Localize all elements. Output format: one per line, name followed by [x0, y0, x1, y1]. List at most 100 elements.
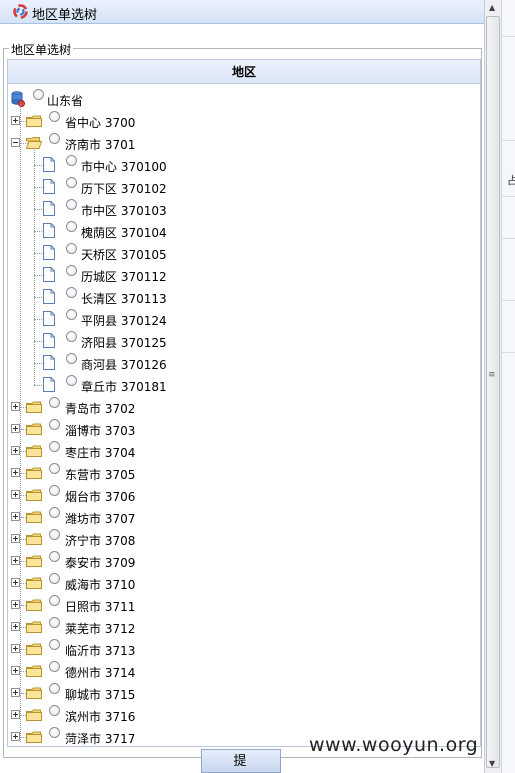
- tree-row-city[interactable]: 威海市 3710: [8, 572, 478, 594]
- tree-row-district[interactable]: 市中区 370103: [8, 198, 478, 220]
- radio-district[interactable]: [66, 287, 77, 298]
- tree-row-city[interactable]: 滨州市 3716: [8, 704, 478, 726]
- expand-icon[interactable]: [11, 622, 20, 631]
- radio-district[interactable]: [66, 331, 77, 342]
- radio-district[interactable]: [66, 155, 77, 166]
- tree-label-city: 淄博市 3703: [65, 424, 136, 438]
- tree-row-city[interactable]: 烟台市 3706: [8, 484, 478, 506]
- background-window: 占: [501, 0, 515, 773]
- expand-icon[interactable]: [11, 600, 20, 609]
- radio-city[interactable]: [49, 397, 60, 408]
- radio-city[interactable]: [49, 595, 60, 606]
- radio-city[interactable]: [49, 507, 60, 518]
- tree-label-city: 威海市 3710: [65, 578, 136, 592]
- expand-icon[interactable]: [11, 556, 20, 565]
- tree-row-city[interactable]: 济宁市 3708: [8, 528, 478, 550]
- tree-row-city[interactable]: 德州市 3714: [8, 660, 478, 682]
- radio-city[interactable]: [49, 617, 60, 628]
- radio-root[interactable]: [33, 89, 44, 100]
- tree-row-city[interactable]: 省中心 3700: [8, 110, 478, 132]
- radio-city[interactable]: [49, 573, 60, 584]
- expand-icon[interactable]: [11, 512, 20, 521]
- radio-city[interactable]: [49, 661, 60, 672]
- radio-district[interactable]: [66, 221, 77, 232]
- tree-row-district[interactable]: 济阳县 370125: [8, 330, 478, 352]
- scrollbar-thumb[interactable]: [486, 16, 500, 768]
- tree-row-district[interactable]: 天桥区 370105: [8, 242, 478, 264]
- scroll-down-icon[interactable]: ▼: [489, 760, 495, 768]
- tree-row-city[interactable]: 聊城市 3715: [8, 682, 478, 704]
- radio-city[interactable]: [49, 551, 60, 562]
- expand-icon[interactable]: [11, 666, 20, 675]
- radio-district[interactable]: [66, 353, 77, 364]
- tree-row-district[interactable]: 槐荫区 370104: [8, 220, 478, 242]
- expand-icon[interactable]: [11, 116, 20, 125]
- radio-district[interactable]: [66, 265, 77, 276]
- tree-label-city: 枣庄市 3704: [65, 446, 136, 460]
- folder-icon: [26, 731, 42, 743]
- document-icon: [43, 333, 55, 348]
- tree-row-city[interactable]: 东营市 3705: [8, 462, 478, 484]
- expand-icon[interactable]: [11, 688, 20, 697]
- radio-district[interactable]: [66, 199, 77, 210]
- tree-label-district: 历城区 370112: [81, 270, 167, 284]
- radio-city[interactable]: [49, 111, 60, 122]
- tree-row-city[interactable]: 泰安市 3709: [8, 550, 478, 572]
- tree-label-district: 市中区 370103: [81, 204, 167, 218]
- tree-label-district: 章丘市 370181: [81, 380, 167, 394]
- expand-icon[interactable]: [11, 424, 20, 433]
- expand-icon[interactable]: [11, 402, 20, 411]
- tree-row-city[interactable]: 临沂市 3713: [8, 638, 478, 660]
- tree-row-district[interactable]: 长清区 370113: [8, 286, 478, 308]
- radio-district[interactable]: [66, 177, 77, 188]
- tree-label-city: 泰安市 3709: [65, 556, 136, 570]
- tree-row-district[interactable]: 平阴县 370124: [8, 308, 478, 330]
- radio-city[interactable]: [49, 639, 60, 650]
- folder-icon: [26, 687, 42, 699]
- collapse-icon[interactable]: [11, 138, 20, 147]
- tree-row-city[interactable]: 枣庄市 3704: [8, 440, 478, 462]
- tree-label-city: 烟台市 3706: [65, 490, 136, 504]
- tree-row-city[interactable]: 潍坊市 3707: [8, 506, 478, 528]
- tree-row-city[interactable]: 日照市 3711: [8, 594, 478, 616]
- expand-icon[interactable]: [11, 490, 20, 499]
- radio-city[interactable]: [49, 705, 60, 716]
- radio-city[interactable]: [49, 727, 60, 738]
- radio-city[interactable]: [49, 133, 60, 144]
- scroll-up-icon[interactable]: ▲: [489, 4, 495, 12]
- tree-row-city[interactable]: 淄博市 3703: [8, 418, 478, 440]
- tree-row-district[interactable]: 市中心 370100: [8, 154, 478, 176]
- expand-icon[interactable]: [11, 468, 20, 477]
- expand-icon[interactable]: [11, 710, 20, 719]
- expand-icon[interactable]: [11, 644, 20, 653]
- tree-row-district[interactable]: 章丘市 370181: [8, 374, 478, 396]
- tree-label-city: 济南市 3701: [65, 138, 136, 152]
- expand-icon[interactable]: [11, 732, 20, 741]
- vertical-scrollbar[interactable]: ▲ ≡ ▼: [484, 0, 501, 773]
- radio-city[interactable]: [49, 441, 60, 452]
- tree-row-city[interactable]: 莱芜市 3712: [8, 616, 478, 638]
- submit-button[interactable]: 提交: [201, 749, 281, 773]
- tree-label-district: 长清区 370113: [81, 292, 167, 306]
- tree-row-district[interactable]: 商河县 370126: [8, 352, 478, 374]
- tree-label-district: 市中心 370100: [81, 160, 167, 174]
- tree-row-district[interactable]: 历城区 370112: [8, 264, 478, 286]
- radio-district[interactable]: [66, 309, 77, 320]
- tree-label-district: 济阳县 370125: [81, 336, 167, 350]
- region-tree-panel: 地区 山东省 省中心 3700 济南市 3701 市中心 370100 历下区 3701…: [7, 59, 481, 747]
- radio-city[interactable]: [49, 485, 60, 496]
- radio-city[interactable]: [49, 463, 60, 474]
- radio-district[interactable]: [66, 243, 77, 254]
- tree-row-city[interactable]: 青岛市 3702: [8, 396, 478, 418]
- expand-icon[interactable]: [11, 534, 20, 543]
- radio-city[interactable]: [49, 683, 60, 694]
- app-logo-icon: [13, 4, 28, 19]
- radio-city[interactable]: [49, 529, 60, 540]
- expand-icon[interactable]: [11, 578, 20, 587]
- tree-row-city[interactable]: 济南市 3701: [8, 132, 478, 154]
- tree-row-district[interactable]: 历下区 370102: [8, 176, 478, 198]
- radio-district[interactable]: [66, 375, 77, 386]
- folder-icon: [26, 511, 42, 523]
- radio-city[interactable]: [49, 419, 60, 430]
- expand-icon[interactable]: [11, 446, 20, 455]
